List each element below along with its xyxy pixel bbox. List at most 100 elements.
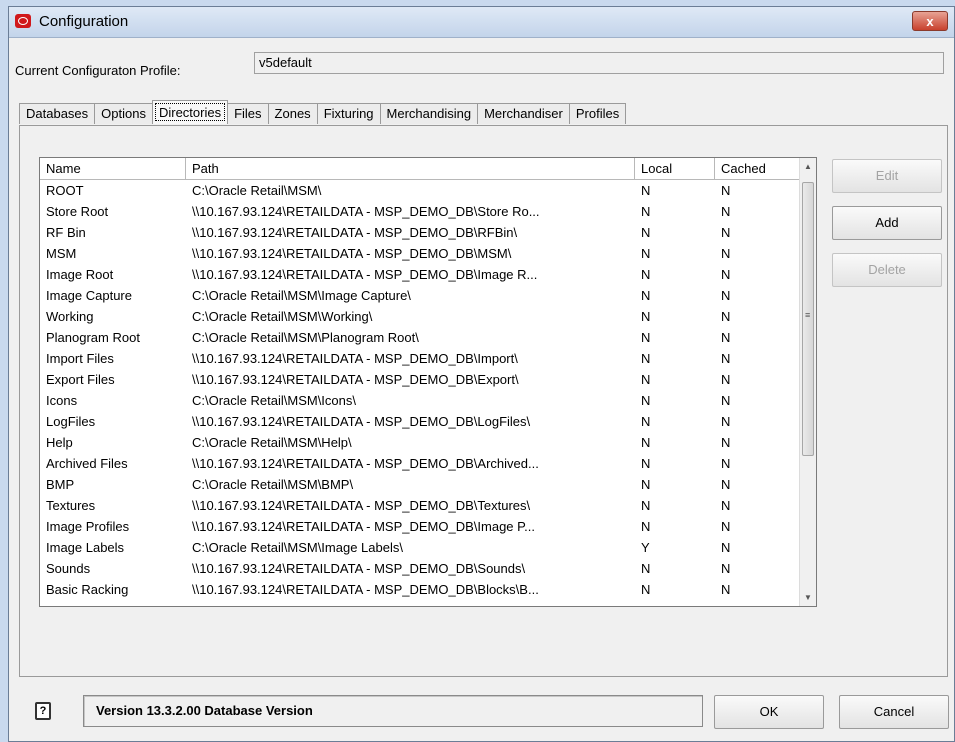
cached-cell: N [721,561,731,576]
configuration-window: Configuration x Current Configuraton Pro… [8,6,955,742]
table-row[interactable]: Import Files \\10.167.93.124\RETAILDATA -… [40,348,801,369]
table-row[interactable]: Export Files \\10.167.93.124\RETAILDATA -… [40,369,801,390]
scroll-thumb[interactable]: ≡ [802,182,814,456]
table-row[interactable]: Help C:\Oracle Retail\MSM\Help\ N N [40,432,801,453]
table-row[interactable]: Image Profiles \\10.167.93.124\RETAILDATA… [40,516,801,537]
column-header-local[interactable]: Local [635,158,715,180]
cancel-button[interactable]: Cancel [839,695,949,729]
path-cell: \\10.167.93.124\RETAILDATA - MSP_DEMO_DB… [192,246,512,261]
cached-cell: N [721,435,731,450]
name-cell: Sounds [46,561,91,576]
local-cell: N [641,309,651,324]
close-button[interactable]: x [912,11,948,31]
name-cell: Image Root [46,267,114,282]
tab-databases[interactable]: Databases [19,103,96,124]
path-cell: \\10.167.93.124\RETAILDATA - MSP_DEMO_DB… [192,225,518,240]
tab-options[interactable]: Options [94,103,153,124]
tab-directories[interactable]: Directories [151,100,229,124]
scroll-down-icon[interactable]: ▼ [803,593,813,602]
scroll-up-icon[interactable]: ▲ [803,162,813,171]
table-row[interactable]: Planogram Root C:\Oracle Retail\MSM\Plano… [40,327,801,348]
path-cell: C:\Oracle Retail\MSM\Icons\ [192,393,356,408]
title-bar[interactable]: Configuration x [9,7,954,38]
version-status: Version 13.3.2.00 Database Version [83,695,703,727]
column-header-path[interactable]: Path [186,158,635,180]
cached-cell: N [721,204,731,219]
ok-button[interactable]: OK [714,695,824,729]
table-row[interactable]: Image Capture C:\Oracle Retail\MSM\Image … [40,285,801,306]
name-cell: Image Capture [46,288,132,303]
path-cell: C:\Oracle Retail\MSM\Image Labels\ [192,540,403,555]
path-cell: \\10.167.93.124\RETAILDATA - MSP_DEMO_DB… [192,267,538,282]
name-cell: ROOT [46,183,84,198]
table-row[interactable]: Icons C:\Oracle Retail\MSM\Icons\ N N [40,390,801,411]
edit-button[interactable]: Edit [832,159,942,193]
cached-cell: N [721,288,731,303]
path-cell: C:\Oracle Retail\MSM\Working\ [192,309,373,324]
table-row[interactable]: Sounds \\10.167.93.124\RETAILDATA - MSP_D… [40,558,801,579]
vertical-scrollbar[interactable]: ▲ ≡ ▼ [799,158,816,606]
local-cell: N [641,414,651,429]
path-cell: C:\Oracle Retail\MSM\Planogram Root\ [192,330,419,345]
name-cell: Help [46,435,73,450]
cached-cell: N [721,372,731,387]
tab-merchandising[interactable]: Merchandising [379,103,479,124]
path-cell: \\10.167.93.124\RETAILDATA - MSP_DEMO_DB… [192,456,539,471]
window-title: Configuration [39,13,129,30]
local-cell: N [641,225,651,240]
path-cell: \\10.167.93.124\RETAILDATA - MSP_DEMO_DB… [192,519,535,534]
table-row[interactable]: Image Root \\10.167.93.124\RETAILDATA - M… [40,264,801,285]
tab-merchandiser[interactable]: Merchandiser [477,103,570,124]
table-row[interactable]: Archived Files \\10.167.93.124\RETAILDATA… [40,453,801,474]
local-cell: N [641,582,651,597]
path-cell: \\10.167.93.124\RETAILDATA - MSP_DEMO_DB… [192,498,531,513]
table-row[interactable]: LogFiles \\10.167.93.124\RETAILDATA - MSP… [40,411,801,432]
name-cell: Basic Racking [46,582,129,597]
local-cell: N [641,204,651,219]
column-header-cached[interactable]: Cached [715,158,801,180]
table-row[interactable]: Basic Racking \\10.167.93.124\RETAILDATA … [40,579,801,600]
name-cell: RF Bin [46,225,86,240]
path-cell: C:\Oracle Retail\MSM\ [192,183,322,198]
table-row[interactable]: RF Bin \\10.167.93.124\RETAILDATA - MSP_D… [40,222,801,243]
cached-cell: N [721,477,731,492]
local-cell: N [641,288,651,303]
tab-zones[interactable]: Zones [267,103,318,124]
path-cell: C:\Oracle Retail\MSM\Image Capture\ [192,288,411,303]
table-row[interactable]: Store Root \\10.167.93.124\RETAILDATA - M… [40,201,801,222]
name-cell: Textures [46,498,96,513]
cached-cell: N [721,246,731,261]
table-row[interactable]: MSM \\10.167.93.124\RETAILDATA - MSP_DEMO… [40,243,801,264]
tab-profiles[interactable]: Profiles [568,103,627,124]
cached-cell: N [721,540,731,555]
name-cell: Export Files [46,372,115,387]
path-cell: C:\Oracle Retail\MSM\Help\ [192,435,352,450]
table-row[interactable]: Image Labels C:\Oracle Retail\MSM\Image L… [40,537,801,558]
name-cell: LogFiles [46,414,96,429]
profile-label: Current Configuraton Profile: [15,63,181,78]
cached-cell: N [721,267,731,282]
local-cell: N [641,330,651,345]
table-row[interactable]: Working C:\Oracle Retail\MSM\Working\ N N [40,306,801,327]
cached-cell: N [721,309,731,324]
local-cell: N [641,351,651,366]
local-cell: N [641,183,651,198]
table-row[interactable]: BMP C:\Oracle Retail\MSM\BMP\ N N [40,474,801,495]
local-cell: N [641,372,651,387]
path-cell: C:\Oracle Retail\MSM\BMP\ [192,477,354,492]
table-row[interactable]: ROOT C:\Oracle Retail\MSM\ N N [40,180,801,201]
path-cell: \\10.167.93.124\RETAILDATA - MSP_DEMO_DB… [192,582,539,597]
column-header-name[interactable]: Name [40,158,186,180]
tab-fixturing[interactable]: Fixturing [316,103,381,124]
profile-field: v5default [254,52,944,74]
delete-button[interactable]: Delete [832,253,942,287]
name-cell: MSM [46,246,77,261]
cached-cell: N [721,393,731,408]
directories-grid[interactable]: Name Path Local Cached ROOT C:\Oracle Ret… [39,157,817,607]
help-icon[interactable]: ? [35,702,51,720]
tab-files[interactable]: Files [227,103,269,124]
add-button[interactable]: Add [832,206,942,240]
cached-cell: N [721,183,731,198]
table-row[interactable]: Textures \\10.167.93.124\RETAILDATA - MSP… [40,495,801,516]
cached-cell: N [721,582,731,597]
